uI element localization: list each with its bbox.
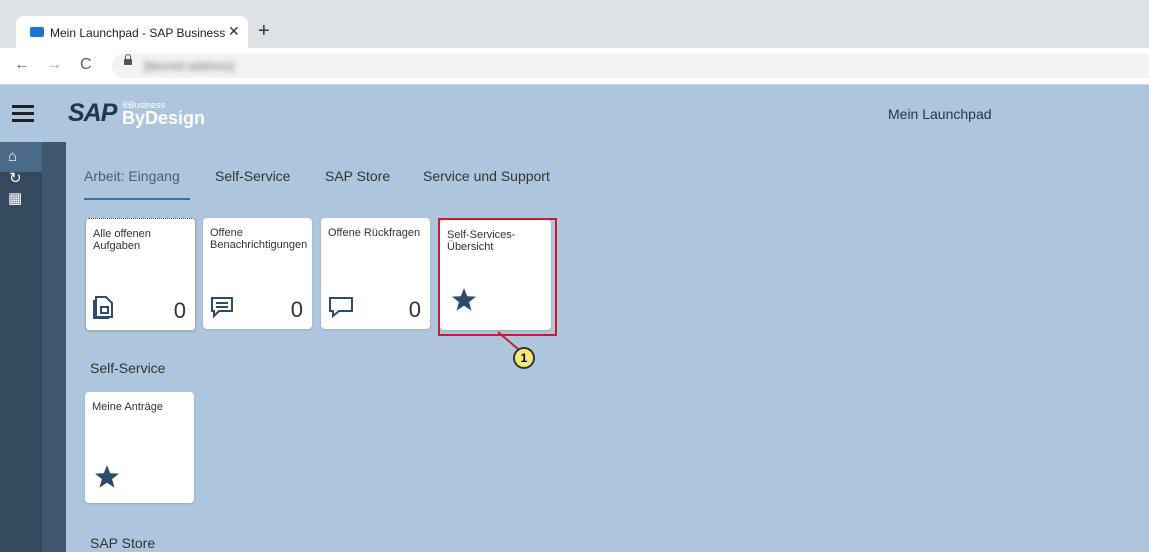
- tile-title: Meine Anträge: [92, 401, 163, 413]
- browser-tab[interactable]: Mein Launchpad - SAP Business B ✕: [16, 16, 248, 48]
- tab-self-service[interactable]: Self-Service: [215, 168, 290, 184]
- tile-meine-antraege[interactable]: Meine Anträge: [85, 392, 194, 503]
- browser-toolbar: ← → C [blurred address]: [0, 48, 1149, 85]
- tab-service-und-support[interactable]: Service und Support: [423, 168, 550, 184]
- logo-sap: SAP: [68, 99, 117, 127]
- logo-bydesign: ByDesign: [122, 108, 206, 128]
- tile-count: 0: [290, 297, 303, 322]
- sap-favicon-icon: [30, 27, 44, 37]
- message-icon: [329, 297, 353, 318]
- section-title-self-service: Self-Service: [90, 360, 166, 376]
- callout-badge: 1: [513, 347, 535, 369]
- tile-count: 0: [173, 298, 186, 323]
- tile-title: Offene Rückfragen: [328, 227, 421, 239]
- tile-alle-offenen-aufgaben[interactable]: Alle offenen Aufgaben 0: [85, 218, 196, 331]
- tile-title: Alle offenen Aufgaben: [93, 228, 151, 252]
- back-button[interactable]: ←: [14, 56, 30, 74]
- new-tab-button[interactable]: +: [258, 18, 270, 44]
- section-title-sap-store: SAP Store: [90, 535, 156, 551]
- tile-offene-benachrichtigungen[interactable]: Offene Benachrichtigungen 0: [203, 218, 312, 329]
- side-navigation: ⌂ ↻ ▦: [0, 142, 66, 552]
- reload-button[interactable]: C: [80, 56, 92, 74]
- refresh-icon[interactable]: ↻: [9, 169, 22, 187]
- calendar-icon[interactable]: ▦: [8, 189, 22, 207]
- lock-icon: [124, 54, 132, 65]
- tab-title: Mein Launchpad - SAP Business B: [50, 26, 226, 40]
- home-icon[interactable]: ⌂: [8, 148, 17, 165]
- star-icon: [95, 465, 119, 488]
- forward-button[interactable]: →: [46, 56, 62, 74]
- sidenav-column: [42, 142, 66, 552]
- url-text: [blurred address]: [144, 59, 235, 73]
- shell-bar: SAP ®Business ByDesign Mein Launchpad: [0, 85, 1149, 142]
- sap-app: SAP ®Business ByDesign Mein Launchpad ⌂ …: [0, 85, 1149, 552]
- address-bar[interactable]: [blurred address]: [112, 54, 1149, 78]
- hamburger-menu-icon[interactable]: [12, 105, 34, 123]
- tile-offene-rueckfragen[interactable]: Offene Rückfragen 0: [321, 218, 430, 329]
- tasks-icon: [93, 296, 113, 319]
- tile-title: Offene Benachrichtigungen: [210, 227, 308, 251]
- active-tab-indicator: [84, 198, 190, 200]
- sap-bydesign-logo: SAP ®Business ByDesign: [68, 99, 205, 133]
- page-title: Mein Launchpad: [888, 106, 992, 122]
- tab-arbeit-eingang[interactable]: Arbeit: Eingang: [84, 168, 180, 184]
- notification-icon: [211, 297, 233, 318]
- tab-sap-store[interactable]: SAP Store: [325, 168, 390, 184]
- highlight-box: [438, 218, 557, 336]
- sidenav-selected: [0, 142, 42, 172]
- close-tab-icon[interactable]: ✕: [228, 23, 240, 40]
- browser-tabstrip: Mein Launchpad - SAP Business B ✕ +: [0, 0, 1149, 48]
- tile-count: 0: [408, 297, 421, 322]
